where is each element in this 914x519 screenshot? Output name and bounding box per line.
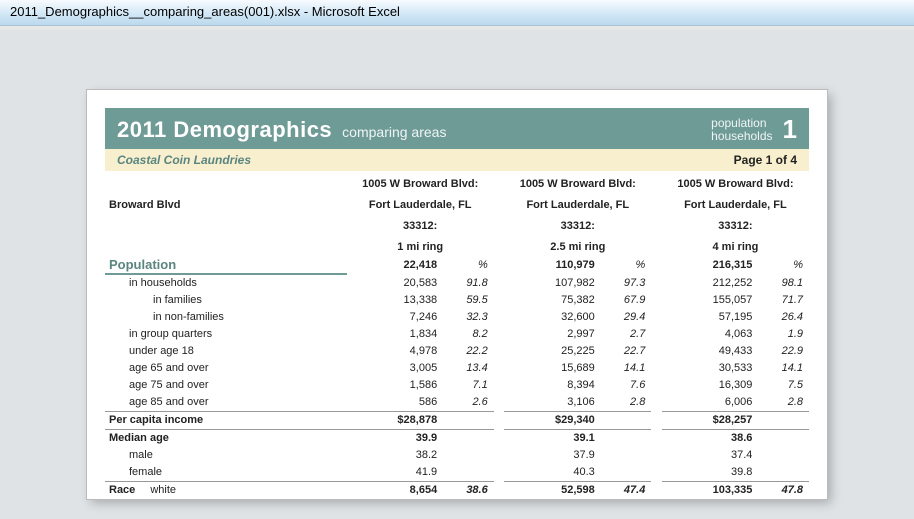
table-row: age 75 and over1,5867.18,3947.616,3097.5 [105,377,809,394]
row-median-age: Median age 39.9 39.1 38.6 [105,430,809,448]
workspace: 2011 Demographics comparing areas popula… [0,30,914,519]
print-page: 2011 Demographics comparing areas popula… [87,90,827,499]
client-name: Coastal Coin Laundries [117,153,251,167]
table-row: in group quarters1,8348.22,9972.74,0631.… [105,326,809,343]
banner-title: 2011 Demographics [117,117,332,143]
table-row: female41.940.339.8 [105,464,809,482]
table-row: age 85 and over5862.63,1062.86,0062.8 [105,394,809,412]
table-row: in families13,33859.575,38267.9155,05771… [105,292,809,309]
sub-banner: Coastal Coin Laundries Page 1 of 4 [105,149,809,171]
site-addr-row: 1005 W Broward Blvd: 1005 W Broward Blvd… [105,171,809,192]
row-race-white: Race white 8,654 38.6 52,598 47.4 103,33… [105,482,809,500]
window-title: 2011_Demographics__comparing_areas(001).… [10,4,400,19]
table-row: male38.237.937.4 [105,447,809,464]
table-row: under age 184,97822.225,22522.749,43322.… [105,343,809,360]
table-row: age 65 and over3,00513.415,68914.130,533… [105,360,809,377]
report-banner: 2011 Demographics comparing areas popula… [105,108,809,149]
section-population: Population 22,418 % 110,979 % 216,315 % [105,255,809,274]
page-indicator: Page 1 of 4 [734,153,797,167]
window-titlebar: 2011_Demographics__comparing_areas(001).… [0,0,914,26]
banner-page-num: 1 [783,114,797,145]
demographics-table: 1005 W Broward Blvd: 1005 W Broward Blvd… [105,171,809,499]
site-row-label: Broward Blvd [105,192,347,213]
table-row: in households20,58391.8107,98297.3212,25… [105,274,809,292]
banner-right-labels: population households [711,117,772,143]
row-per-capita-income: Per capita income $28,878 $29,340 $28,25… [105,412,809,430]
banner-subtitle: comparing areas [342,124,446,140]
table-row: in non-families7,24632.332,60029.457,195… [105,309,809,326]
